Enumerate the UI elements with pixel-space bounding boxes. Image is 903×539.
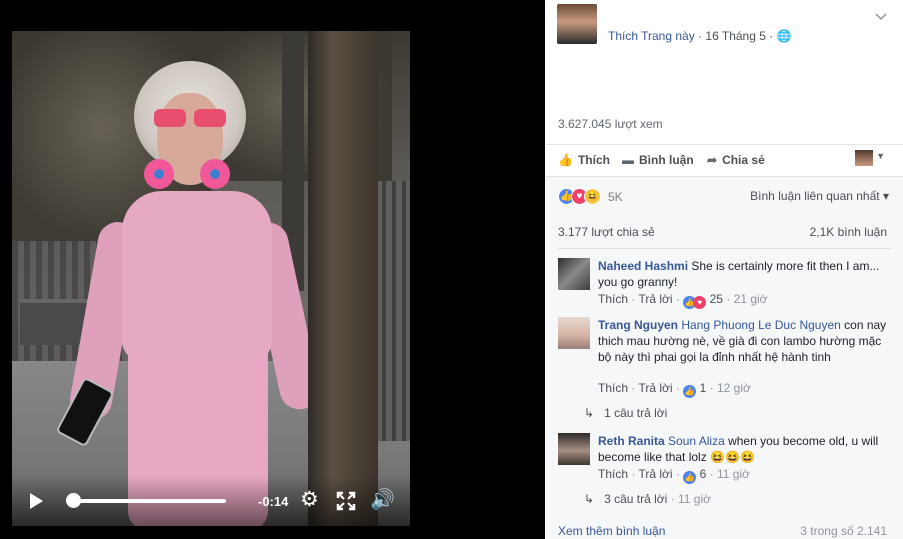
comment-reply-link[interactable]: Trả lời — [638, 381, 672, 395]
seek-handle[interactable] — [66, 493, 81, 508]
comment-reply-link[interactable]: Trả lời — [638, 292, 672, 306]
sort-label: Bình luận liên quan nhất — [750, 189, 880, 203]
separator: · — [769, 29, 774, 43]
volume-icon[interactable]: 🔊 — [370, 489, 395, 511]
share-arrow-icon: ➦ — [707, 153, 718, 167]
like-label: Thích — [577, 153, 610, 167]
video-person-glasses — [154, 109, 226, 127]
replies-count: 3 câu trả lời — [604, 492, 668, 506]
chevron-down-icon[interactable] — [875, 8, 887, 24]
video-player[interactable] — [12, 31, 410, 526]
comment-item: Reth Ranita Soun Aliza when you become o… — [558, 433, 888, 485]
gear-icon[interactable]: ⚙ — [300, 489, 319, 510]
view-replies-link[interactable]: ↳ 1 câu trả lời — [584, 406, 667, 420]
view-replies-link[interactable]: ↳ 3 câu trả lời · 11 giờ — [584, 492, 711, 506]
comment-time[interactable]: 12 giờ — [717, 381, 751, 395]
commenter-name[interactable]: Reth Ranita — [598, 434, 665, 448]
view-count: 3.627.045 lượt xem — [558, 117, 663, 131]
share-button[interactable]: ➦ Chia sẻ — [707, 153, 765, 167]
comment-item: Trang Nguyen Hang Phuong Le Duc Nguyen c… — [558, 317, 888, 413]
share-count[interactable]: 3.177 lượt chia sẻ — [558, 225, 655, 239]
separator: · — [709, 467, 714, 481]
like-page-link[interactable]: Thích Trang này — [608, 29, 695, 43]
video-person-flower — [200, 159, 230, 189]
comment-text: Reth Ranita Soun Aliza when you become o… — [598, 433, 888, 465]
seek-bar[interactable] — [68, 499, 226, 503]
love-reaction-icon: ♥ — [693, 296, 707, 309]
video-person-body — [122, 191, 272, 361]
comment-like-link[interactable]: Thích — [598, 292, 628, 306]
haha-reaction-icon: 😆 — [584, 188, 601, 205]
separator: · — [675, 292, 680, 306]
separator: · — [631, 381, 636, 395]
separator: · — [675, 381, 680, 395]
comment-count[interactable]: 2,1K bình luận — [810, 225, 887, 239]
video-person-flower — [144, 159, 174, 189]
separator: · — [631, 292, 636, 306]
comment-sort-dropdown[interactable]: Bình luận liên quan nhất ▾ — [750, 189, 889, 203]
comment-time[interactable]: 11 giờ — [717, 467, 750, 481]
fullscreen-icon[interactable] — [336, 491, 356, 511]
share-label: Chia sẻ — [722, 153, 765, 167]
caret-down-icon[interactable]: ▼ — [876, 151, 885, 161]
reply-arrow-icon: ↳ — [584, 492, 595, 506]
separator: · — [709, 381, 714, 395]
commenter-name[interactable]: Naheed Hashmi — [598, 259, 688, 273]
post-panel: Thích Trang này · 16 Tháng 5 · 🌐 3.627.0… — [545, 0, 903, 539]
play-icon[interactable] — [30, 493, 43, 509]
view-more-comments-link[interactable]: Xem thêm bình luận — [558, 524, 665, 538]
caret-down-icon: ▾ — [882, 189, 889, 203]
comment-button[interactable]: ▬ Bình luận — [622, 153, 694, 167]
separator: · — [670, 492, 675, 506]
actor-avatar[interactable] — [855, 150, 873, 166]
reactions-count: 5K — [608, 190, 623, 204]
like-reaction-icon: 👍 — [683, 385, 697, 398]
action-bar: 👍 Thích ▬ Bình luận ➦ Chia sẻ ▼ — [545, 144, 903, 176]
post-date[interactable]: 16 Tháng 5 — [705, 29, 766, 43]
commenter-avatar[interactable] — [558, 258, 590, 290]
separator: · — [726, 292, 731, 306]
comment-reaction-count[interactable]: 1 — [700, 381, 707, 395]
separator: · — [675, 467, 680, 481]
comment-text: Trang Nguyen Hang Phuong Le Duc Nguyen c… — [598, 317, 888, 365]
comment-label: Bình luận — [639, 153, 694, 167]
comment-time[interactable]: 21 giờ — [734, 292, 768, 306]
tagged-user[interactable]: Hang Phuong Le Duc Nguyen — [681, 318, 840, 332]
speech-bubble-icon: ▬ — [622, 153, 634, 167]
like-reaction-icon: 👍 — [683, 471, 697, 484]
comment-text: Naheed Hashmi She is certainly more fit … — [598, 258, 888, 290]
page-avatar[interactable] — [557, 4, 597, 44]
divider — [558, 248, 891, 249]
comment-pager: 3 trong số 2.141 — [800, 524, 887, 538]
comment-meta: Thích · Trả lời · 👍 1 · 12 giờ — [598, 381, 751, 398]
commenter-avatar[interactable] — [558, 317, 590, 349]
comments-section: 👍 ♥ 😆 5K Bình luận liên quan nhất ▾ 3.17… — [545, 176, 903, 539]
replies-count: 1 câu trả lời — [604, 406, 668, 420]
replies-time: 11 giờ — [677, 492, 711, 506]
comment-reaction-count[interactable]: 6 — [700, 467, 707, 481]
comment-meta: Thích · Trả lời · 👍 ♥ 25 · 21 giờ — [598, 292, 768, 309]
tagged-user[interactable]: Soun Aliza — [668, 434, 725, 448]
separator: · — [698, 29, 703, 43]
thumbs-up-icon: 👍 — [558, 153, 573, 167]
commenter-name[interactable]: Trang Nguyen — [598, 318, 678, 332]
comment-meta: Thích · Trả lời · 👍 6 · 11 giờ — [598, 467, 750, 484]
comment-reply-link[interactable]: Trả lời — [638, 467, 672, 481]
separator: · — [631, 467, 636, 481]
globe-icon: 🌐 — [776, 29, 792, 43]
video-stage: -0:14 ⚙ 🔊 — [0, 0, 545, 539]
comment-like-link[interactable]: Thích — [598, 467, 628, 481]
comment-reaction-count[interactable]: 25 — [710, 292, 723, 306]
comment-like-link[interactable]: Thích — [598, 381, 628, 395]
video-wooden-post — [308, 31, 378, 526]
reply-arrow-icon: ↳ — [584, 406, 595, 420]
comment-item: Naheed Hashmi She is certainly more fit … — [558, 258, 888, 309]
commenter-avatar[interactable] — [558, 433, 590, 465]
video-controls: -0:14 ⚙ 🔊 — [12, 476, 410, 526]
time-remaining: -0:14 — [258, 494, 289, 509]
post-header: Thích Trang này · 16 Tháng 5 · 🌐 — [608, 29, 792, 43]
like-button[interactable]: 👍 Thích — [558, 153, 610, 167]
